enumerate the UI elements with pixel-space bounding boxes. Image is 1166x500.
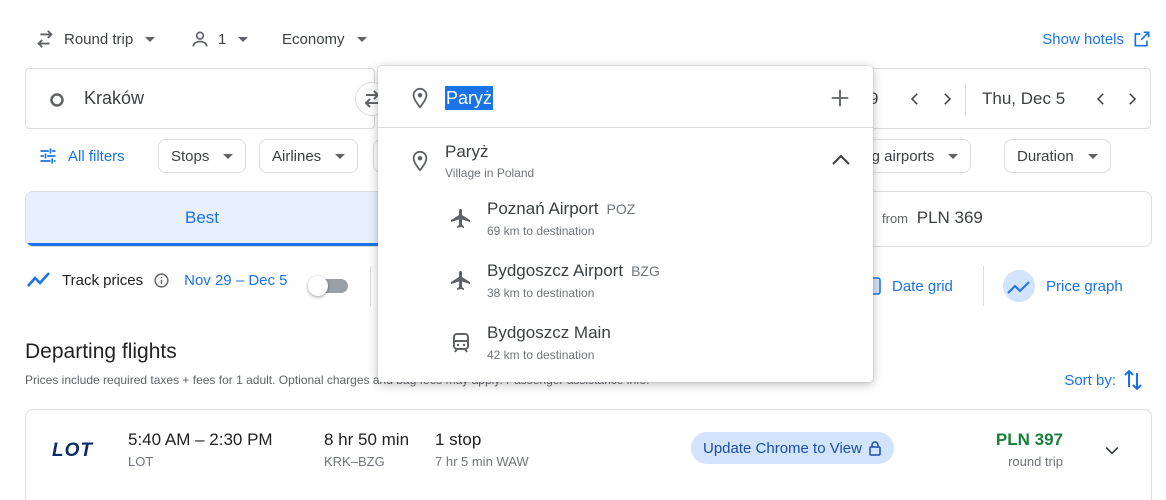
- all-filters-button[interactable]: All filters: [38, 139, 125, 173]
- place-option[interactable]: Paryż Village in Poland: [378, 129, 873, 185]
- airplane-icon: [449, 207, 473, 231]
- flight-price-note: round trip: [1008, 454, 1063, 469]
- station-name: Bydgoszcz Main: [487, 323, 611, 342]
- chevron-down-icon: [145, 36, 156, 42]
- info-icon[interactable]: [153, 272, 170, 289]
- airplane-icon: [449, 269, 473, 293]
- trip-type-label: Round trip: [64, 30, 134, 48]
- duration-filter-chip[interactable]: Duration: [1004, 139, 1111, 173]
- price-graph-button[interactable]: Price graph: [1002, 268, 1123, 304]
- expand-chevron-icon[interactable]: [1102, 440, 1122, 460]
- airport-name: Bydgoszcz Airport BZG: [487, 261, 660, 280]
- tab-cheapest[interactable]: from PLN 369: [882, 208, 983, 228]
- origin-field[interactable]: Kraków: [25, 68, 375, 129]
- airport-code: POZ: [606, 201, 636, 217]
- train-icon: [449, 331, 473, 355]
- date-grid-label: Date grid: [892, 277, 953, 295]
- airlines-filter-chip[interactable]: Airlines: [259, 139, 359, 173]
- flight-price: PLN 397: [995, 430, 1063, 449]
- place-name: Paryż: [445, 142, 489, 161]
- trend-line-icon: [26, 270, 52, 290]
- location-pin-icon: [409, 86, 431, 110]
- flight-result-card[interactable]: LOT 5:40 AM – 2:30 PM LOT 8 hr 50 min KR…: [25, 409, 1152, 500]
- stops-filter-chip[interactable]: Stops: [158, 139, 247, 173]
- airport-distance: 38 km to destination: [487, 286, 595, 300]
- tab-cheapest-prefix: from: [882, 211, 908, 226]
- add-destination-icon[interactable]: [829, 87, 851, 109]
- track-prices-row: Track prices Nov 29 – Dec 5: [26, 270, 288, 290]
- trip-type-select[interactable]: Round trip: [34, 26, 156, 52]
- place-description: Village in Poland: [445, 166, 535, 180]
- chevron-down-icon: [223, 153, 234, 159]
- airport-distance: 69 km to destination: [487, 224, 595, 238]
- tab-best[interactable]: Best: [26, 192, 378, 246]
- prev-return-date-button[interactable]: [1092, 90, 1110, 108]
- airport-option[interactable]: Poznań Airport POZ 69 km to destination: [378, 191, 873, 247]
- airport-name: Poznań Airport POZ: [487, 199, 636, 218]
- dates-field[interactable]: 9 Thu, Dec 5: [860, 68, 1151, 129]
- next-date-button[interactable]: [938, 90, 956, 108]
- chevron-down-icon: [335, 153, 346, 159]
- origin-value: Kraków: [84, 88, 145, 108]
- all-filters-label: All filters: [68, 147, 125, 165]
- divider: [983, 266, 984, 306]
- flight-layover: 7 hr 5 min WAW: [435, 454, 529, 469]
- airport-code: BZG: [631, 263, 660, 279]
- origin-circle-icon: [49, 92, 65, 108]
- flight-route: KRK–BZG: [324, 454, 385, 469]
- lock-icon: [868, 440, 882, 456]
- update-chrome-notice[interactable]: Update Chrome to View: [691, 432, 894, 464]
- passenger-select[interactable]: 1: [190, 26, 249, 52]
- return-date-value: Thu, Dec 5: [982, 89, 1066, 108]
- date-grid-button[interactable]: Date grid: [862, 268, 953, 304]
- cabin-class-select[interactable]: Economy: [282, 26, 367, 52]
- show-hotels-label: Show hotels: [1042, 30, 1124, 48]
- sort-by-button[interactable]: Sort by:: [1064, 368, 1144, 392]
- station-distance: 42 km to destination: [487, 348, 595, 362]
- person-icon: [190, 29, 210, 49]
- flight-airline: LOT: [128, 454, 154, 469]
- destination-input[interactable]: Paryż: [445, 86, 494, 110]
- flight-duration: 8 hr 50 min: [324, 430, 410, 449]
- filter-sliders-icon: [38, 146, 58, 166]
- station-option[interactable]: Bydgoszcz Main 42 km to destination: [378, 315, 873, 371]
- location-pin-icon: [409, 149, 431, 173]
- divider: [370, 266, 371, 306]
- departing-flights-title: Departing flights: [25, 340, 177, 363]
- lot-logo: LOT: [52, 440, 93, 461]
- cabin-class-label: Economy: [282, 30, 345, 48]
- update-chrome-label: Update Chrome to View: [703, 439, 862, 457]
- chevron-down-icon: [948, 153, 959, 159]
- external-link-icon: [1132, 29, 1152, 49]
- flight-stops: 1 stop: [435, 430, 482, 449]
- track-date-range: Nov 29 – Dec 5: [184, 271, 288, 289]
- next-return-date-button[interactable]: [1123, 90, 1141, 108]
- chevron-down-icon: [356, 36, 367, 42]
- airlines-label: Airlines: [272, 147, 322, 165]
- duration-label: Duration: [1017, 147, 1074, 165]
- prev-date-button[interactable]: [906, 90, 924, 108]
- show-hotels-link[interactable]: Show hotels: [1042, 26, 1152, 52]
- tab-cheapest-price: PLN 369: [916, 208, 983, 227]
- stops-label: Stops: [171, 147, 210, 165]
- destination-dropdown: Paryż Paryż Village in Poland Poznań Air…: [378, 66, 873, 382]
- tab-best-label: Best: [184, 207, 220, 227]
- track-prices-label: Track prices: [62, 271, 144, 289]
- swap-arrows-icon: [34, 28, 56, 50]
- price-graph-label: Price graph: [1046, 277, 1123, 295]
- chevron-down-icon: [238, 36, 249, 42]
- chevron-up-icon[interactable]: [830, 151, 852, 167]
- chevron-down-icon: [1087, 153, 1098, 159]
- airport-option[interactable]: Bydgoszcz Airport BZG 38 km to destinatio…: [378, 253, 873, 309]
- track-prices-toggle[interactable]: [308, 276, 350, 296]
- sort-arrows-icon: [1122, 368, 1144, 392]
- sort-by-label: Sort by:: [1064, 371, 1116, 389]
- flight-time-range: 5:40 AM – 2:30 PM: [128, 430, 273, 449]
- date-divider: [965, 83, 966, 115]
- destination-input-row[interactable]: Paryż: [378, 66, 873, 128]
- passenger-count: 1: [218, 30, 227, 48]
- price-graph-icon: [1002, 269, 1036, 303]
